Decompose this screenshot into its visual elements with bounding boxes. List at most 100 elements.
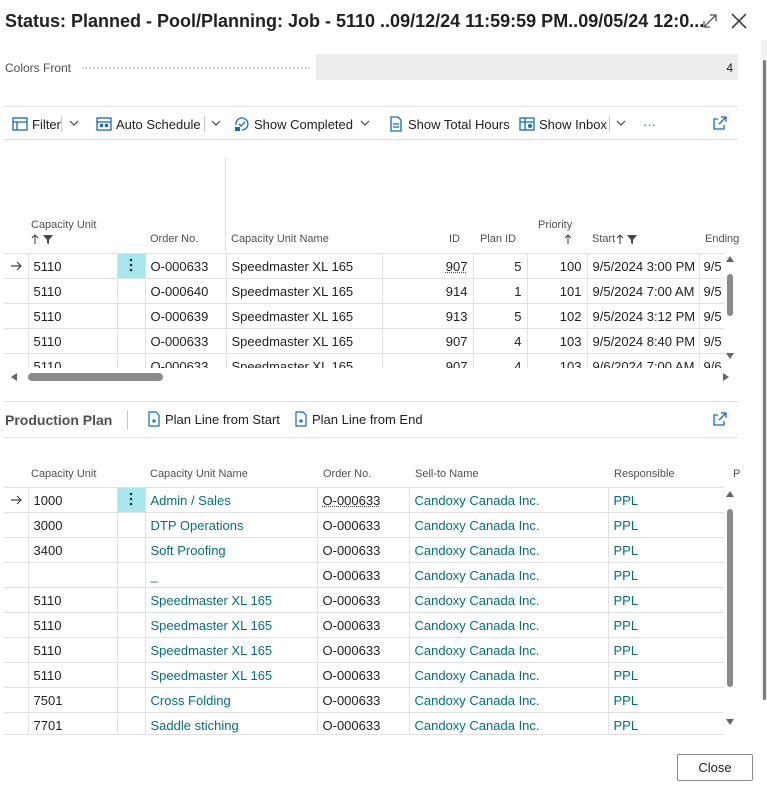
production-plan-vertical-scrollbar[interactable] (725, 491, 735, 729)
chevron-down-icon[interactable] (359, 117, 371, 129)
cell-order-no[interactable]: O-000633 (317, 687, 410, 713)
cell-order-no[interactable]: O-000633 (317, 512, 410, 538)
cell-ending[interactable]: 9/5 (699, 253, 724, 279)
cell-ending[interactable]: 9/5 (699, 278, 724, 304)
cell-capacity-unit[interactable]: 5110 (28, 662, 118, 688)
cell-capacity-unit[interactable]: 7701 (28, 712, 118, 734)
cell-order-no[interactable]: O-000633 (317, 562, 410, 588)
cell-sell-to-name[interactable]: Candoxy Canada Inc. (409, 687, 609, 713)
cell-capacity-unit[interactable]: 5110 (28, 354, 118, 368)
col-header-priority[interactable]: Priority (538, 219, 572, 231)
show-total-hours-button[interactable]: Show Total Hours (388, 115, 510, 133)
table-row[interactable]: 7501 Cross Folding O-000633 Candoxy Canada … (4, 687, 724, 713)
more-options-button[interactable]: ··· (643, 115, 656, 133)
cell-ending[interactable]: 9/6 (699, 354, 724, 368)
chevron-down-icon[interactable] (615, 117, 627, 129)
cell-capacity-unit[interactable]: 5110 (28, 587, 118, 613)
table-row[interactable]: 5110 O-000633 Speedmaster XL 165 907 4 1… (4, 328, 724, 354)
cell-order-no[interactable]: O-000633 (145, 354, 227, 368)
scroll-up-icon[interactable] (726, 491, 734, 497)
cell-sell-to-name[interactable]: Candoxy Canada Inc. (409, 637, 609, 663)
cell-sell-to-name[interactable]: Candoxy Canada Inc. (409, 512, 609, 538)
cell-capacity-unit[interactable]: 7501 (28, 687, 118, 713)
scroll-down-icon[interactable] (726, 719, 734, 725)
auto-schedule-button[interactable]: Auto Schedule (96, 115, 201, 133)
cell-order-no[interactable]: O-000633 (145, 328, 227, 354)
cell-responsible[interactable]: PPL (608, 662, 724, 688)
cell-capacity-unit-name[interactable]: Speedmaster XL 165 (226, 303, 383, 329)
share-icon[interactable] (712, 411, 728, 427)
cell-responsible[interactable]: PPL (608, 562, 724, 588)
share-icon[interactable] (712, 115, 728, 131)
table-row[interactable]: 5110 O-000633 Speedmaster XL 165 907 5 1… (4, 253, 724, 279)
cell-responsible[interactable]: PPL (608, 587, 724, 613)
table-row[interactable]: 5110 Speedmaster XL 165 O-000633 Candoxy Ca… (4, 662, 724, 688)
chevron-down-icon[interactable] (210, 117, 222, 129)
col-header-capacity-unit[interactable]: Capacity Unit (31, 219, 96, 231)
col-header-ending[interactable]: Ending (705, 233, 739, 245)
cell-responsible[interactable]: PPL (608, 687, 724, 713)
cell-sell-to-name[interactable]: Candoxy Canada Inc. (409, 487, 609, 513)
close-icon[interactable] (729, 11, 749, 31)
cell-start[interactable]: 9/6/2024 7:00 AM (587, 354, 700, 368)
cell-priority[interactable]: 101 (527, 278, 588, 304)
table-row[interactable]: 3400 Soft Proofing O-000633 Candoxy Canada … (4, 537, 724, 563)
cell-order-no[interactable]: O-000633 (317, 712, 410, 734)
cell-priority[interactable]: 103 (527, 328, 588, 354)
cell-order-no[interactable]: O-000633 (145, 253, 227, 279)
cell-order-no[interactable]: O-000639 (145, 303, 227, 329)
plan-line-from-start-button[interactable]: Plan Line from Start (147, 411, 280, 427)
cell-plan-id[interactable]: 5 (473, 303, 528, 329)
cell-sell-to-name[interactable]: Candoxy Canada Inc. (409, 662, 609, 688)
col-header-capacity-unit[interactable]: Capacity Unit (31, 468, 96, 480)
cell-plan-id[interactable]: 4 (473, 354, 528, 368)
col-header-id[interactable]: ID (449, 233, 460, 245)
cell-order-no[interactable]: O-000633 (317, 662, 410, 688)
cell-capacity-unit[interactable]: 5110 (28, 637, 118, 663)
table-row[interactable]: 5110 Speedmaster XL 165 O-000633 Candoxy Ca… (4, 637, 724, 663)
scroll-thumb[interactable] (727, 274, 733, 316)
id-value[interactable]: 907 (446, 259, 468, 274)
cell-id[interactable]: 914 (382, 278, 474, 304)
cell-responsible[interactable]: PPL (608, 637, 724, 663)
cell-capacity-unit-name[interactable]: Speedmaster XL 165 (145, 662, 318, 688)
cell-sell-to-name[interactable]: Candoxy Canada Inc. (409, 562, 609, 588)
cell-capacity-unit-name[interactable]: Speedmaster XL 165 (226, 354, 383, 368)
cell-start[interactable]: 9/5/2024 3:00 PM (587, 253, 700, 279)
row-menu-icon[interactable] (117, 253, 146, 279)
scroll-up-icon[interactable] (726, 256, 734, 262)
cell-order-no[interactable]: O-000633 (317, 637, 410, 663)
filter-button[interactable]: Filter (12, 115, 61, 133)
show-completed-button[interactable]: Show Completed (234, 115, 353, 133)
cell-capacity-unit-name[interactable]: Speedmaster XL 165 (145, 587, 318, 613)
table-row[interactable]: 5110 Speedmaster XL 165 O-000633 Candoxy Ca… (4, 612, 724, 638)
cell-order-no[interactable]: O-000633 (317, 587, 410, 613)
cell-responsible[interactable]: PPL (608, 537, 724, 563)
col-header-plan-id[interactable]: Plan ID (480, 233, 516, 245)
cell-capacity-unit[interactable]: 5110 (28, 612, 118, 638)
cell-order-no[interactable]: O-000633 (317, 612, 410, 638)
scroll-thumb[interactable] (28, 373, 163, 381)
order-no-value[interactable]: O-000633 (323, 493, 381, 508)
col-header-sell-to-name[interactable]: Sell-to Name (415, 468, 479, 480)
cell-capacity-unit[interactable]: 3400 (28, 537, 118, 563)
jobs-vertical-scrollbar[interactable] (725, 256, 735, 362)
cell-ending[interactable]: 9/5 (699, 328, 724, 354)
cell-id[interactable]: 907 (382, 328, 474, 354)
scroll-thumb[interactable] (727, 509, 733, 687)
cell-start[interactable]: 9/5/2024 7:00 AM (587, 278, 700, 304)
page-scroll-thumb[interactable] (763, 60, 766, 700)
show-inbox-button[interactable]: Show Inbox (519, 115, 607, 133)
cell-start[interactable]: 9/5/2024 3:12 PM (587, 303, 700, 329)
close-button[interactable]: Close (677, 754, 753, 781)
table-row[interactable]: 5110 O-000640 Speedmaster XL 165 914 1 1… (4, 278, 724, 304)
cell-responsible[interactable]: PPL (608, 712, 724, 734)
col-header-responsible[interactable]: Responsible (614, 468, 675, 480)
cell-capacity-unit[interactable]: 3000 (28, 512, 118, 538)
col-header-next[interactable]: P (733, 468, 740, 480)
cell-capacity-unit-name[interactable]: Speedmaster XL 165 (145, 612, 318, 638)
cell-responsible[interactable]: PPL (608, 512, 724, 538)
cell-capacity-unit-name[interactable]: Speedmaster XL 165 (226, 278, 383, 304)
cell-capacity-unit[interactable] (28, 562, 118, 588)
cell-start[interactable]: 9/5/2024 8:40 PM (587, 328, 700, 354)
